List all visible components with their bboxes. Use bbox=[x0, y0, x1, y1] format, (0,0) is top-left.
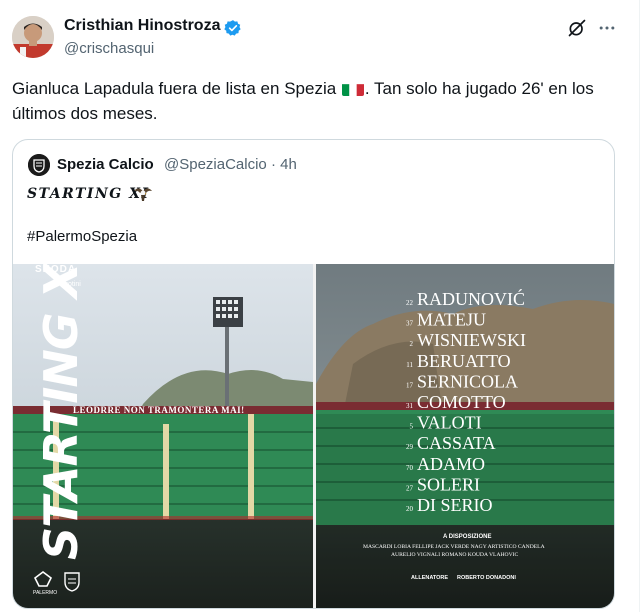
eagle-icon bbox=[134, 188, 152, 201]
player-name: MATEJU bbox=[417, 310, 486, 330]
player-number: 2 bbox=[410, 340, 414, 348]
player-number: 20 bbox=[406, 505, 414, 513]
quoted-hashtag[interactable]: #PalermoSpezia bbox=[27, 228, 137, 245]
player-name: SOLERI bbox=[417, 474, 480, 494]
player-name: DI SERIO bbox=[417, 495, 493, 515]
player-number: 17 bbox=[406, 381, 414, 389]
player-name: WISNIEWSKI bbox=[417, 330, 526, 350]
player-number: 31 bbox=[406, 402, 414, 410]
bench-line-1: MASCARDI LOBIA FELLIPE JACK VERDE NAGY A… bbox=[363, 544, 545, 550]
coach-name: ROBERTO DONADONI bbox=[457, 575, 516, 581]
quoted-author-handle[interactable]: @SpeziaCalcio · 4h bbox=[164, 156, 297, 173]
vertical-title: STARTING XI bbox=[34, 264, 88, 560]
svg-text:PALERMO: PALERMO bbox=[33, 590, 57, 596]
player-number: 27 bbox=[406, 484, 414, 492]
author-name[interactable]: Cristhian Hinostroza bbox=[64, 17, 220, 35]
author-handle[interactable]: @crischasqui bbox=[64, 40, 154, 57]
player-number: 37 bbox=[406, 320, 414, 328]
italy-flag-icon bbox=[341, 81, 364, 96]
verified-badge-icon bbox=[224, 20, 241, 36]
quoted-author-avatar[interactable] bbox=[28, 154, 50, 176]
bench-line-2: AURELIO VIGNALI ROMANO KOUDA VLAHOVIC bbox=[391, 552, 518, 558]
author-avatar[interactable] bbox=[12, 16, 54, 58]
player-name: VALOTI bbox=[417, 413, 482, 433]
player-name: ADAMO bbox=[417, 454, 485, 474]
player-name: BERUATTO bbox=[417, 351, 511, 371]
player-name: COMOTTO bbox=[417, 392, 506, 412]
player-number: 5 bbox=[410, 423, 414, 431]
tweet-card: Cristhian Hinostroza @crischasqui Gianlu… bbox=[0, 0, 640, 612]
player-number: 11 bbox=[406, 361, 413, 369]
quoted-text-starting: STARTING XI bbox=[27, 186, 150, 202]
quoted-tweet[interactable]: Spezia Calcio @SpeziaCalcio · 4h STARTIN… bbox=[12, 139, 615, 609]
panel-divider bbox=[313, 264, 316, 608]
bench-title: A DISPOSIZIONE bbox=[443, 534, 491, 540]
player-number: 22 bbox=[406, 299, 414, 307]
grok-icon[interactable] bbox=[567, 18, 587, 38]
player-name: CASSATA bbox=[417, 433, 496, 453]
quoted-author-name[interactable]: Spezia Calcio bbox=[57, 156, 154, 173]
tweet-text: Gianluca Lapadula fuera de lista en Spez… bbox=[12, 76, 628, 126]
player-name: RADUNOVIĆ bbox=[417, 288, 525, 309]
player-number: 29 bbox=[406, 443, 414, 451]
more-options-icon[interactable] bbox=[597, 18, 617, 38]
lineup-image[interactable]: LEODRRE NON TRAMONTERA MAI! SKODA Brotin… bbox=[13, 264, 614, 608]
coach-label: ALLENATORE bbox=[411, 575, 448, 581]
tweet-text-part-1: Gianluca Lapadula fuera de lista en Spez… bbox=[12, 79, 341, 98]
stadium-banner-text: LEODRRE NON TRAMONTERA MAI! bbox=[73, 405, 245, 415]
player-name: SERNICOLA bbox=[417, 371, 518, 391]
player-number: 70 bbox=[406, 464, 414, 472]
